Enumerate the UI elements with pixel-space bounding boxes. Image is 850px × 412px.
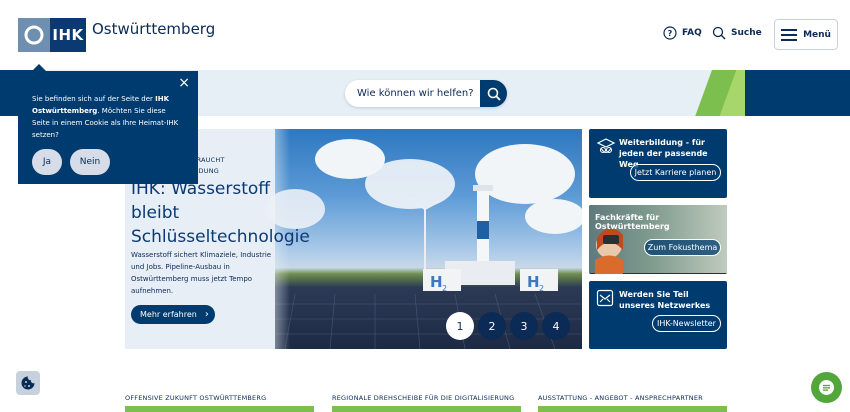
menu-label: Menü bbox=[803, 29, 831, 40]
section-heading-ausstattung[interactable]: AUSSTATTUNG - ANGEBOT - ANSPRECHPARTNER bbox=[538, 394, 703, 402]
chevron-right-icon: › bbox=[204, 309, 209, 320]
tile-newsletter[interactable]: Werden Sie Teil unseres Netzwerkes IHK-N… bbox=[589, 281, 727, 349]
h2-subscript: 2 bbox=[442, 284, 447, 293]
logo-swirl-icon bbox=[18, 18, 50, 52]
faq-link[interactable]: ? FAQ bbox=[663, 26, 702, 40]
h2-label: H bbox=[430, 273, 443, 291]
section-heading-offensive[interactable]: OFFENSIVE ZUKUNFT OSTWÜRTTEMBERG bbox=[125, 394, 266, 402]
cookie-popup: × Sie befinden sich auf der Seite der IH… bbox=[18, 64, 198, 184]
tile-title: Werden Sie Teil unseres Netzwerkes bbox=[619, 290, 711, 310]
hamburger-icon bbox=[781, 28, 798, 41]
search-label: Suche bbox=[731, 28, 762, 38]
slide-dot-3[interactable]: 3 bbox=[510, 312, 538, 340]
svg-text:?: ? bbox=[668, 29, 673, 38]
cookie-settings-button[interactable] bbox=[16, 371, 40, 395]
search-icon bbox=[712, 26, 726, 40]
search-submit-button[interactable] bbox=[480, 80, 507, 107]
slide-dot-4[interactable]: 4 bbox=[542, 312, 570, 340]
chat-icon bbox=[819, 380, 834, 395]
search-box[interactable]: Wie können wir helfen? bbox=[345, 80, 507, 107]
section-bar bbox=[125, 406, 314, 412]
h2-label-right: H bbox=[527, 273, 540, 291]
cookie-no-button[interactable]: Nein bbox=[70, 149, 110, 175]
search-input[interactable]: Wie können wir helfen? bbox=[345, 88, 480, 99]
faq-label: FAQ bbox=[682, 28, 702, 38]
hero-title: IHK: Wasserstoff bleibt Schlüsseltechnol… bbox=[131, 179, 310, 247]
search-link[interactable]: Suche bbox=[712, 26, 762, 40]
newsletter-button[interactable]: IHK-Newsletter bbox=[652, 315, 721, 332]
cookie-message: Sie befinden sich auf der Seite der IHK … bbox=[32, 93, 184, 141]
logo-abbr: IHK bbox=[50, 18, 86, 52]
cookie-buttons: Ja Nein bbox=[32, 149, 184, 175]
menu-button[interactable]: Menü bbox=[774, 19, 838, 50]
search-icon bbox=[487, 87, 501, 101]
section-heading-digitalisierung[interactable]: REGIONALE DREHSCHEIBE FÜR DIE DIGITALISI… bbox=[332, 394, 514, 402]
slide-dot-1[interactable]: 1 bbox=[446, 312, 474, 340]
slider-pagination: 1 2 3 4 bbox=[446, 312, 574, 340]
close-icon[interactable]: × bbox=[178, 76, 190, 90]
tile-title: Fachkräfte für Ostwürttemberg bbox=[595, 213, 670, 231]
karriere-button[interactable]: Jetzt Karriere planen bbox=[630, 164, 721, 181]
newsletter-icon bbox=[596, 289, 614, 307]
cookie-icon bbox=[21, 376, 35, 390]
graduation-owl-icon bbox=[596, 138, 616, 154]
more-button[interactable]: Mehr erfahren › bbox=[131, 305, 215, 324]
cookie-yes-button[interactable]: Ja bbox=[32, 149, 62, 175]
chat-button[interactable] bbox=[811, 372, 842, 403]
more-label: Mehr erfahren bbox=[140, 310, 197, 319]
slide-dot-2[interactable]: 2 bbox=[478, 312, 506, 340]
question-circle-icon: ? bbox=[663, 26, 677, 40]
h2-subscript-right: 2 bbox=[539, 284, 544, 293]
section-bar bbox=[538, 406, 727, 412]
logo-name: Ostwürttemberg bbox=[92, 20, 216, 38]
ihk-logo[interactable]: IHK Ostwürttemberg bbox=[18, 18, 215, 52]
band-accent-right bbox=[745, 70, 850, 116]
tile-fachkraefte[interactable]: Fachkräfte für Ostwürttemberg Zum Fokust… bbox=[589, 205, 727, 274]
site-header: IHK Ostwürttemberg ? FAQ Suche Menü bbox=[0, 0, 850, 70]
tile-weiterbildung[interactable]: Weiterbildung - für jeden der passende W… bbox=[589, 129, 727, 198]
fokusthema-button[interactable]: Zum Fokusthema bbox=[644, 239, 721, 256]
section-bar bbox=[332, 406, 521, 412]
cookie-text-pre: Sie befinden sich auf der Seite der bbox=[32, 95, 156, 103]
hero-description: Wasserstoff sichert Klimaziele, Industri… bbox=[131, 251, 272, 295]
